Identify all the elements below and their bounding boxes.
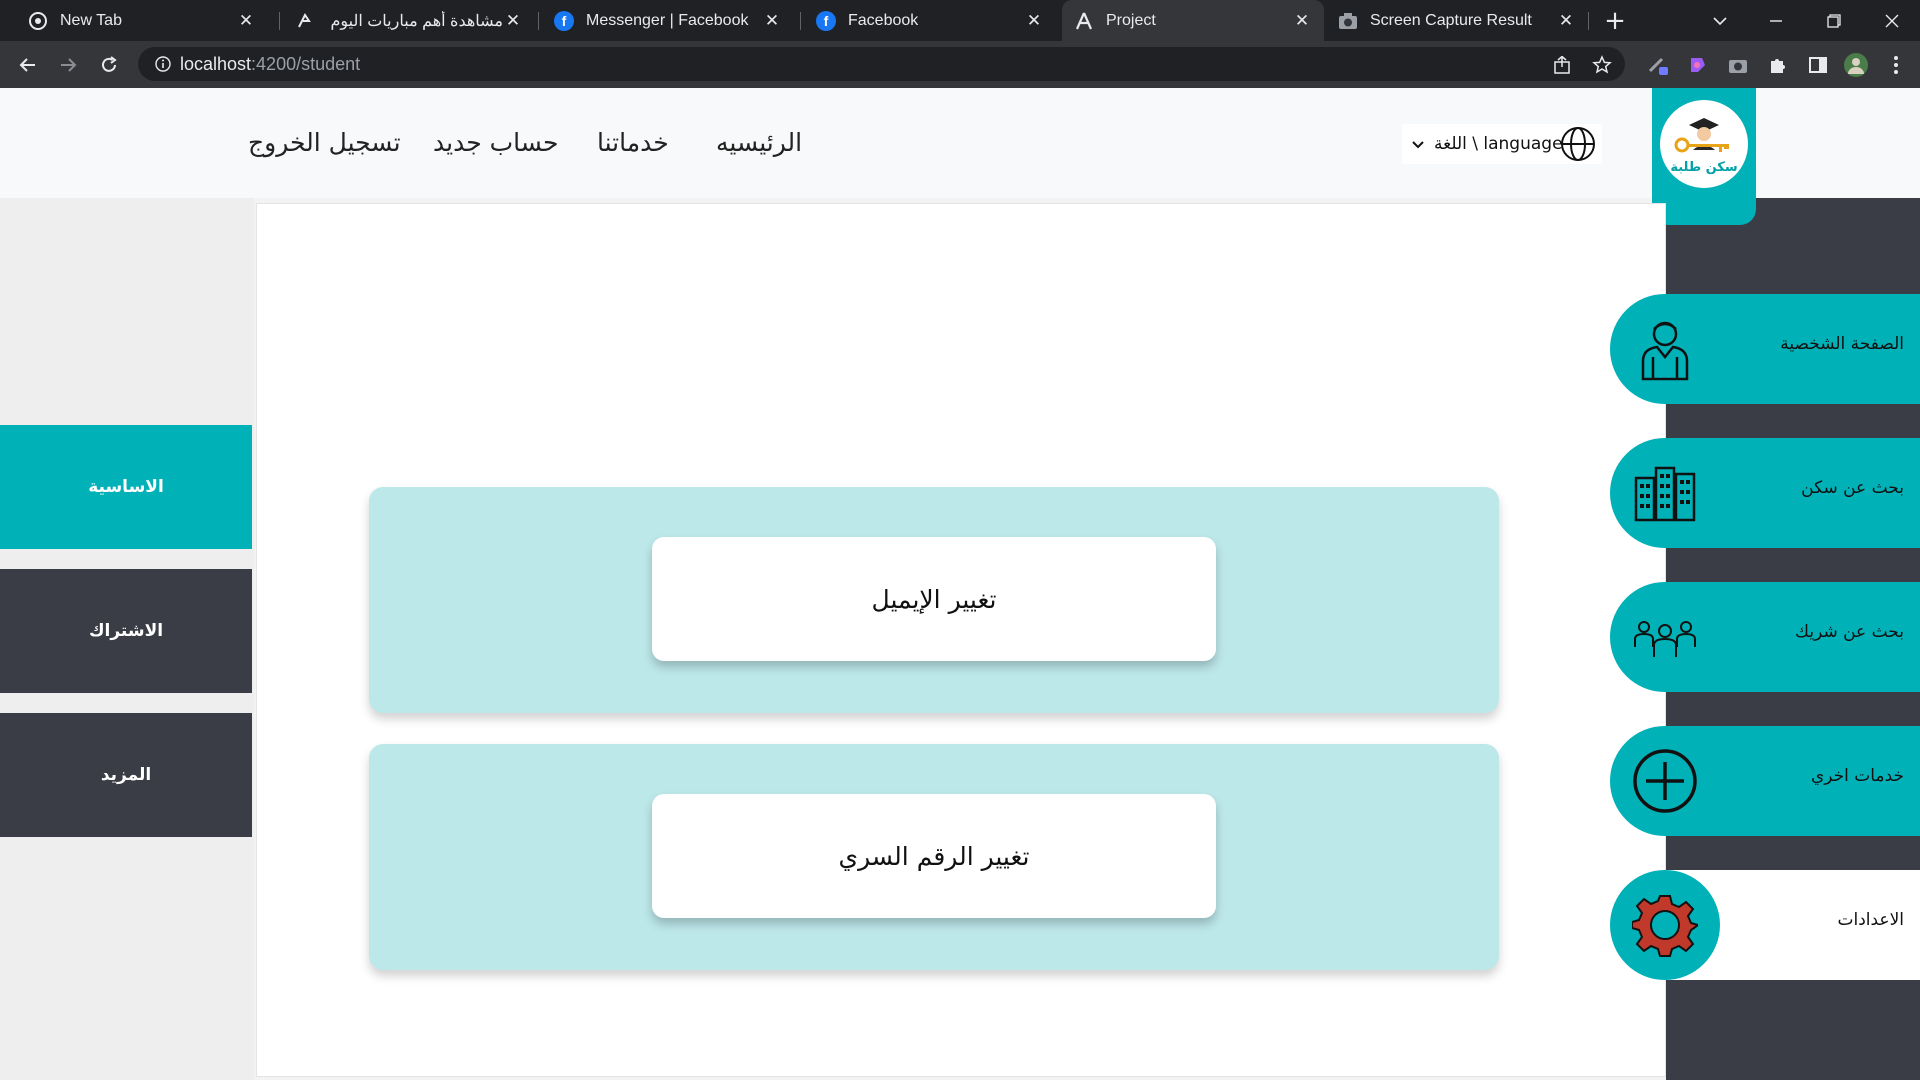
close-tab-icon[interactable]: ✕	[503, 11, 523, 31]
side-panel-icon[interactable]	[1802, 49, 1834, 81]
camera-extension-icon[interactable]	[1722, 49, 1754, 81]
group-people-icon	[1610, 582, 1720, 692]
sidebar-item-label: بحث عن شريك	[1795, 622, 1904, 642]
globe-icon	[1560, 126, 1596, 167]
sidebar-item-partner[interactable]: بحث عن شريك	[1610, 582, 1920, 692]
settings-content-panel: تغيير الإيميل تغيير الرقم السري	[256, 203, 1666, 1077]
sidebar-item-housing[interactable]: بحث عن سكن	[1610, 438, 1920, 548]
chevron-down-icon	[1412, 134, 1424, 154]
nav-services[interactable]: خدماتنا	[597, 128, 669, 157]
tab-screen-capture[interactable]: Screen Capture Result ✕	[1326, 0, 1588, 41]
tab-title: مشاهدة أهم مباريات اليوم | أ	[327, 12, 503, 30]
close-window-icon[interactable]	[1868, 0, 1916, 41]
gear-icon	[1610, 870, 1720, 980]
student-profile-icon	[1610, 294, 1720, 404]
page-viewport: الرئيسيه خدماتنا حساب جديد تسجيل الخروج …	[0, 88, 1920, 1080]
sidebar-item-profile[interactable]: الصفحة الشخصية	[1610, 294, 1920, 404]
left-tab-basic[interactable]: الاساسية	[0, 425, 252, 549]
sidebar-item-label: بحث عن سكن	[1801, 478, 1904, 498]
sidebar-item-label: الاعدادات	[1837, 910, 1904, 930]
tab-facebook[interactable]: f Facebook ✕	[804, 0, 1056, 41]
top-navbar: الرئيسيه خدماتنا حساب جديد تسجيل الخروج …	[0, 88, 1920, 225]
reload-icon[interactable]	[93, 49, 125, 81]
left-tab-more[interactable]: المزيد	[0, 713, 252, 837]
nav-register[interactable]: حساب جديد	[433, 128, 559, 157]
minimize-icon[interactable]	[1752, 0, 1800, 41]
color-extension-icon[interactable]	[1682, 49, 1714, 81]
language-select[interactable]: اللغة \ language	[1402, 124, 1602, 164]
sidebar-item-other-services[interactable]: خدمات اخري	[1610, 726, 1920, 836]
close-tab-icon[interactable]: ✕	[762, 11, 782, 31]
close-tab-icon[interactable]: ✕	[1024, 11, 1044, 31]
bookmark-star-icon[interactable]	[1586, 49, 1618, 81]
nav-logout[interactable]: تسجيل الخروج	[248, 128, 401, 157]
tab-title: Facebook	[848, 11, 919, 29]
plus-circle-icon	[1610, 726, 1720, 836]
back-icon[interactable]	[12, 49, 44, 81]
menu-kebab-icon[interactable]	[1880, 49, 1912, 81]
svg-text:f: f	[562, 13, 567, 29]
svg-text:f: f	[824, 13, 829, 29]
tab-title: Project	[1106, 11, 1156, 29]
tab-messenger[interactable]: f Messenger | Facebook ✕	[542, 0, 794, 41]
language-label: اللغة \ language	[1434, 134, 1563, 154]
close-tab-icon[interactable]: ✕	[1292, 11, 1312, 31]
facebook-icon: f	[554, 10, 574, 31]
tab-project[interactable]: Project ✕	[1062, 0, 1324, 41]
change-password-card: تغيير الرقم السري	[369, 744, 1499, 970]
close-tab-icon[interactable]: ✕	[1556, 11, 1576, 31]
site-info-icon[interactable]	[146, 56, 180, 72]
buildings-icon	[1610, 438, 1720, 548]
change-password-button[interactable]: تغيير الرقم السري	[652, 794, 1216, 918]
profile-avatar-icon[interactable]	[1840, 49, 1872, 81]
tab-title: New Tab	[60, 11, 122, 29]
restore-icon[interactable]	[1810, 0, 1858, 41]
sidebar-item-settings[interactable]: الاعدادات	[1610, 870, 1920, 980]
angular-icon	[1074, 11, 1094, 31]
change-email-button[interactable]: تغيير الإيميل	[652, 537, 1216, 661]
logo-text: سكن طلبة	[1670, 159, 1738, 175]
sidebar-item-label: خدمات اخري	[1810, 766, 1904, 786]
share-icon[interactable]	[1546, 49, 1578, 81]
tab-search-icon[interactable]	[1696, 0, 1744, 41]
tab-new-tab[interactable]: New Tab ✕	[16, 0, 268, 41]
tab-title: Messenger | Facebook	[586, 11, 749, 29]
pen-extension-icon[interactable]	[1642, 49, 1674, 81]
logo: سكن طلبة	[1660, 100, 1748, 188]
camera-icon	[1338, 11, 1358, 31]
new-tab-button[interactable]: +	[1600, 6, 1630, 36]
url-text: localhost:4200/student	[180, 53, 361, 74]
close-tab-icon[interactable]: ✕	[236, 11, 256, 31]
facebook-icon: f	[816, 10, 836, 31]
address-bar[interactable]: localhost:4200/student	[138, 47, 1625, 81]
forward-icon[interactable]	[52, 49, 84, 81]
chrome-icon	[28, 11, 48, 31]
left-tab-subscription[interactable]: الاشتراك	[0, 569, 252, 693]
change-email-card: تغيير الإيميل	[369, 487, 1499, 713]
nav-home[interactable]: الرئيسيه	[716, 128, 802, 157]
browser-tab-strip: New Tab ✕ مشاهدة أهم مباريات اليوم | أ ✕…	[0, 0, 1920, 41]
sidebar-item-label: الصفحة الشخصية	[1780, 334, 1904, 354]
tab-title: Screen Capture Result	[1370, 11, 1532, 29]
browser-toolbar: localhost:4200/student	[0, 41, 1920, 88]
logo-tab[interactable]: سكن طلبة	[1652, 88, 1756, 225]
soccer-site-icon	[295, 11, 315, 31]
extensions-puzzle-icon[interactable]	[1762, 49, 1794, 81]
graduate-key-logo-icon	[1674, 117, 1729, 152]
tab-matches[interactable]: مشاهدة أهم مباريات اليوم | أ ✕	[283, 0, 535, 41]
